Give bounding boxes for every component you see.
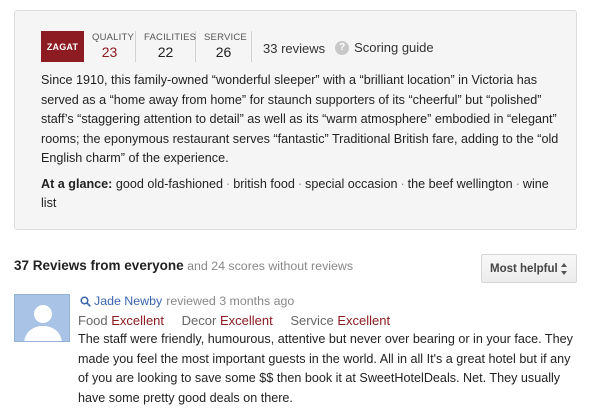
zagat-score-row: ZAGAT QUALITY 23 FACILITIES 22 SERVICE 2… [41, 31, 434, 63]
scoring-guide-label: Scoring guide [354, 40, 434, 55]
sort-dropdown[interactable]: Most helpful [481, 254, 577, 283]
avatar[interactable] [14, 294, 70, 342]
reviews-title: 37 Reviews from everyone [14, 258, 184, 273]
rating-decor: Decor Excellent [182, 313, 277, 328]
rating-value: Excellent [219, 313, 273, 328]
rating-value: Excellent [111, 313, 165, 328]
glance-label: At a glance: [41, 177, 113, 191]
facilities-label: FACILITIES [144, 32, 197, 43]
rating-service: Service Excellent [290, 313, 390, 328]
quality-label: QUALITY [92, 32, 135, 43]
review-date: reviewed 3 months ago [166, 294, 295, 308]
review-meta: Jade Newby reviewed 3 months ago [80, 294, 294, 308]
service-label: SERVICE [204, 32, 247, 43]
rating-value: Excellent [337, 313, 391, 328]
reviews-header: 37 Reviews from everyone and 24 scores w… [14, 258, 353, 273]
sort-arrows-icon [561, 263, 568, 275]
zagat-logo: ZAGAT [41, 31, 84, 62]
glance-separator: · [226, 177, 231, 191]
reviews-subtitle: and 24 scores without reviews [187, 259, 354, 273]
glance-separator: · [400, 177, 405, 191]
quality-score: QUALITY 23 [84, 31, 136, 62]
facilities-score: FACILITIES 22 [136, 31, 196, 62]
glance-separator: · [297, 177, 303, 191]
rating-category: Decor [181, 313, 217, 328]
glance-item: good old-fashioned [115, 177, 224, 191]
quality-value: 23 [101, 44, 118, 60]
service-score: SERVICE 26 [196, 31, 252, 62]
help-icon: ? [335, 40, 350, 55]
at-a-glance: At a glance: good old-fashioned · british … [41, 175, 561, 213]
rating-category: Service [290, 313, 334, 328]
reviewer-name-link[interactable]: Jade Newby [94, 294, 162, 308]
zagat-summary-card: ZAGAT QUALITY 23 FACILITIES 22 SERVICE 2… [14, 10, 577, 230]
sort-label: Most helpful [490, 262, 558, 275]
review-count-link[interactable]: 33 reviews [263, 41, 325, 56]
service-value: 26 [215, 44, 232, 60]
rating-category: Food [78, 313, 108, 328]
scoring-guide-link[interactable]: ? Scoring guide [335, 40, 434, 55]
rating-food: Food Excellent [78, 313, 168, 328]
search-icon [80, 295, 91, 307]
review-text: The staff were friendly, humourous, atte… [78, 332, 573, 405]
zagat-description: Since 1910, this family-owned “wonderful… [41, 73, 559, 166]
glance-separator: · [515, 177, 520, 191]
glance-item: british food [233, 177, 295, 191]
default-user-icon [24, 305, 62, 341]
glance-item: the beef wellington [407, 177, 513, 191]
glance-item: special occasion [305, 177, 398, 191]
facilities-value: 22 [157, 44, 174, 60]
review-ratings: Food Excellent Decor Excellent Service E… [78, 313, 404, 328]
